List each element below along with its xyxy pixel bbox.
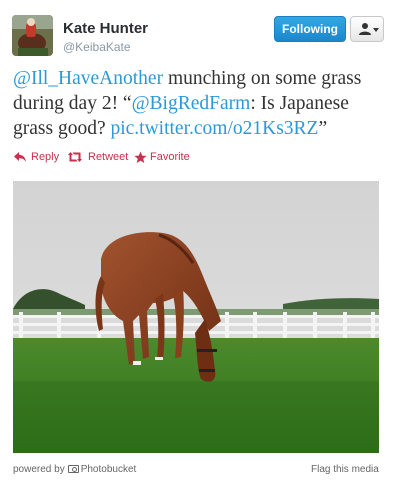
mention-link[interactable]: @BigRedFarm (132, 93, 251, 114)
media-photo[interactable] (13, 181, 379, 453)
chevron-down-icon (373, 28, 379, 32)
following-button[interactable]: Following (274, 16, 346, 42)
reply-arrow-icon (14, 152, 26, 162)
tweet-text-part: ” (318, 118, 328, 139)
tweet-text: @Ill_HaveAnother munching on some grass … (13, 66, 389, 141)
person-icon (359, 23, 371, 35)
tweet-card: Kate Hunter @KeibaKate Following @Ill_Ha… (0, 0, 395, 484)
retweet-label: Retweet (88, 151, 129, 163)
avatar[interactable] (12, 15, 53, 56)
reply-button[interactable]: Reply (13, 149, 73, 165)
display-name[interactable]: Kate Hunter (63, 20, 148, 37)
media-link[interactable]: pic.twitter.com/o21Ks3RZ (110, 118, 318, 139)
screen-name[interactable]: @KeibaKate (63, 40, 131, 54)
mention-link[interactable]: @Ill_HaveAnother (13, 68, 163, 89)
powered-by: powered by Photobucket (13, 464, 136, 475)
horse-grazing-photo (13, 181, 379, 453)
star-icon (134, 151, 147, 163)
favorite-button[interactable]: Favorite (134, 149, 204, 165)
powered-by-prefix: powered by (13, 464, 65, 475)
photobucket-link[interactable]: Photobucket (81, 464, 137, 475)
reply-label: Reply (31, 151, 60, 163)
camera-icon (67, 465, 79, 473)
retweet-button[interactable]: Retweet (67, 149, 137, 165)
favorite-label: Favorite (150, 151, 190, 163)
user-menu-button[interactable] (350, 16, 384, 42)
retweet-icon (68, 152, 82, 162)
flag-media-link[interactable]: Flag this media (311, 464, 379, 475)
